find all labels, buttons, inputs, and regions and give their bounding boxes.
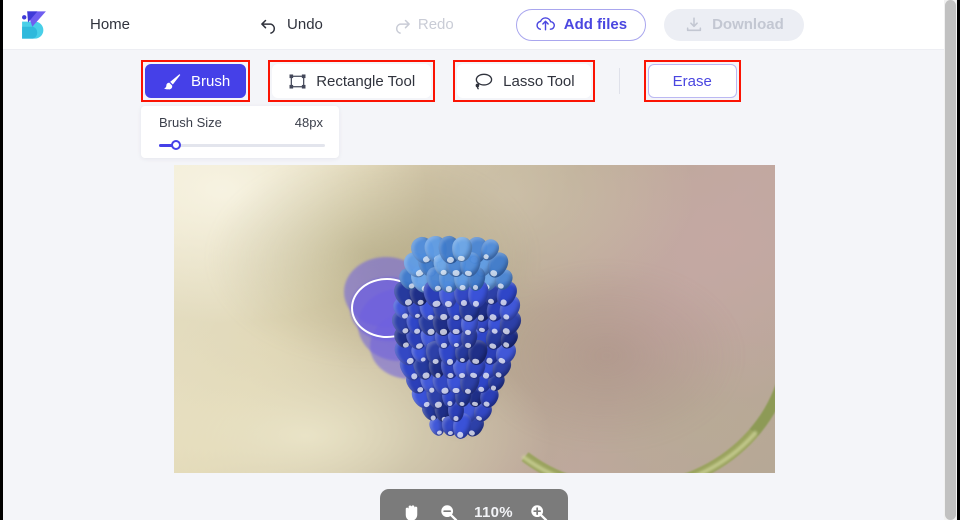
lasso-icon — [473, 72, 494, 91]
zoom-toolbar: 110% — [380, 489, 568, 520]
brand-logo[interactable] — [17, 8, 58, 42]
paintbrush-icon — [161, 72, 182, 91]
zoom-in-button[interactable] — [529, 503, 548, 520]
editing-photo[interactable] — [174, 165, 775, 473]
toolbar-divider — [619, 68, 620, 94]
rectangle-select-icon — [288, 72, 307, 91]
hand-pan-icon — [400, 501, 423, 520]
redo-arrow-icon — [391, 16, 411, 34]
zoom-level-value: 110% — [474, 504, 513, 520]
undo-button[interactable]: Undo — [260, 16, 323, 34]
brush-size-header: Brush Size 48px — [159, 115, 323, 130]
brush-size-panel: Brush Size 48px — [141, 106, 339, 158]
redo-label: Redo — [418, 16, 454, 33]
tool-rectangle-button[interactable]: Rectangle Tool — [272, 64, 431, 98]
annotation-box-lasso: Lasso Tool — [453, 60, 594, 102]
slider-track — [159, 144, 325, 147]
slider-thumb[interactable] — [171, 140, 181, 150]
zoom-out-icon — [439, 503, 458, 520]
scrollbar-thumb[interactable] — [945, 0, 956, 520]
annotation-box-erase: Erase — [644, 60, 741, 102]
cloud-upload-icon — [535, 16, 556, 33]
flower-cluster — [390, 240, 525, 455]
app-window: Home Undo Redo Add files Download Brush … — [0, 0, 960, 520]
annotation-box-rectangle: Rectangle Tool — [268, 60, 435, 102]
editing-toolbar: Brush Rectangle Tool Lasso Tool Erase — [141, 60, 741, 102]
app-header: Home Undo Redo Add files Download — [3, 0, 954, 50]
tool-brush-button[interactable]: Brush — [145, 64, 246, 98]
zoom-in-icon — [529, 503, 548, 520]
tool-erase-label: Erase — [673, 73, 712, 90]
download-button[interactable]: Download — [664, 9, 804, 41]
tool-rectangle-label: Rectangle Tool — [316, 73, 415, 90]
add-files-label: Add files — [564, 16, 627, 33]
redo-button[interactable]: Redo — [391, 16, 454, 34]
undo-label: Undo — [287, 16, 323, 33]
nav-home-link[interactable]: Home — [90, 16, 130, 33]
tool-lasso-label: Lasso Tool — [503, 73, 574, 90]
tool-lasso-button[interactable]: Lasso Tool — [457, 64, 590, 98]
add-files-button[interactable]: Add files — [516, 9, 646, 41]
annotation-box-brush: Brush — [141, 60, 250, 102]
picwish-bird-logo-icon — [17, 8, 51, 42]
tool-brush-label: Brush — [191, 73, 230, 90]
zoom-out-button[interactable] — [439, 503, 458, 520]
download-icon — [684, 16, 704, 33]
brush-size-slider[interactable] — [159, 140, 323, 150]
brush-size-label: Brush Size — [159, 115, 222, 130]
page-scrollbar[interactable] — [944, 0, 957, 520]
pan-tool-button[interactable] — [400, 501, 423, 520]
undo-arrow-icon — [260, 16, 280, 34]
brush-size-value: 48px — [295, 115, 323, 130]
tool-erase-button[interactable]: Erase — [648, 64, 737, 98]
download-label: Download — [712, 16, 784, 33]
